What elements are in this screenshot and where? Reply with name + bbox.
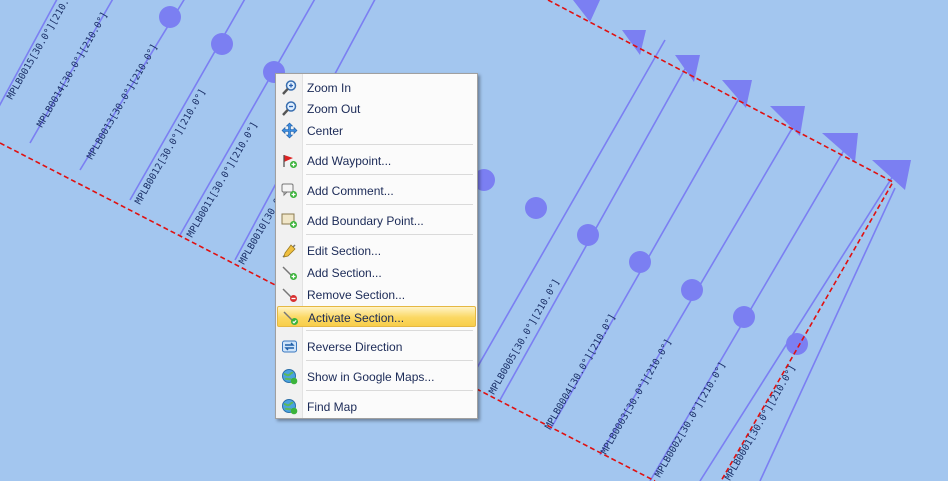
direction-arrow	[573, 0, 600, 22]
section-label: MPLB0013[30.0°][210.0°]	[85, 42, 160, 161]
menu-separator	[306, 234, 473, 235]
menu-item-add-comment[interactable]: Add Comment...	[277, 180, 476, 201]
menu-item-label: Add Comment...	[307, 184, 394, 198]
waypoint-marker[interactable]	[786, 333, 808, 355]
menu-item-add-waypoint[interactable]: Add Waypoint...	[277, 150, 476, 171]
menu-item-zoom-in[interactable]: Zoom In	[277, 77, 476, 98]
menu-item-label: Add Waypoint...	[307, 154, 392, 168]
zoom-in-icon	[282, 80, 297, 95]
reverse-direction-icon	[282, 340, 297, 353]
menu-item-show-in-google-maps[interactable]: Show in Google Maps...	[277, 366, 476, 387]
survey-line[interactable]	[759, 187, 896, 481]
activate-section-icon	[283, 311, 298, 325]
waypoint-marker[interactable]	[577, 224, 599, 246]
menu-separator	[306, 330, 473, 331]
menu-item-label: Zoom Out	[307, 102, 361, 116]
waypoint-marker[interactable]	[681, 279, 703, 301]
menu-separator	[306, 360, 473, 361]
survey-line[interactable]	[699, 164, 901, 481]
section-label: MPLB0011[30.0°][210.0°]	[185, 120, 260, 239]
section-label: MPLB0012[30.0°][210.0°]	[133, 87, 208, 206]
menu-item-label: Show in Google Maps...	[307, 370, 435, 384]
section-label: MPLB0004[30.0°][210.0°]	[543, 312, 618, 431]
add-boundary-point-icon	[281, 213, 297, 228]
menu-item-reverse-direction[interactable]: Reverse Direction	[277, 336, 476, 357]
menu-item-add-boundary-point[interactable]: Add Boundary Point...	[277, 210, 476, 231]
menu-item-center[interactable]: Center	[277, 120, 476, 141]
waypoint-marker[interactable]	[733, 306, 755, 328]
menu-item-add-section[interactable]: Add Section...	[277, 262, 476, 283]
section-label: MPLB0002[30.0°][210.0°]	[653, 360, 728, 479]
edit-section-icon	[282, 244, 296, 258]
survey-line[interactable]	[469, 39, 666, 381]
menu-separator	[306, 390, 473, 391]
waypoint-marker[interactable]	[159, 6, 181, 28]
menu-item-edit-section[interactable]: Edit Section...	[277, 240, 476, 261]
menu-item-find-map[interactable]: Find Map	[277, 396, 476, 417]
menu-item-label: Add Boundary Point...	[307, 214, 424, 228]
menu-separator	[306, 174, 473, 175]
menu-item-remove-section[interactable]: Remove Section...	[277, 284, 476, 305]
menu-item-label: Zoom In	[307, 81, 352, 95]
remove-section-icon	[282, 288, 297, 302]
menu-item-label: Edit Section...	[307, 244, 382, 258]
direction-arrow	[770, 106, 805, 136]
waypoint-marker[interactable]	[525, 197, 547, 219]
menu-item-label: Remove Section...	[307, 288, 406, 302]
find-map-icon	[282, 399, 298, 415]
waypoint-marker[interactable]	[629, 251, 651, 273]
center-icon	[281, 122, 298, 139]
menu-item-activate-section[interactable]: Activate Section...	[277, 306, 476, 327]
zoom-out-icon	[282, 101, 297, 116]
direction-arrow	[622, 30, 646, 55]
add-waypoint-icon	[283, 155, 297, 168]
waypoint-marker[interactable]	[211, 33, 233, 55]
menu-separator	[306, 144, 473, 145]
google-maps-icon	[282, 369, 298, 385]
menu-item-label: Add Section...	[307, 266, 382, 280]
add-comment-icon	[281, 183, 297, 198]
section-label: MPLB0003[30.0°][210.0°]	[599, 337, 674, 456]
menu-item-label: Reverse Direction	[307, 340, 403, 354]
section-label: MPLB0005[30.0°][210.0°]	[487, 277, 562, 396]
menu-separator	[306, 204, 473, 205]
menu-item-zoom-out[interactable]: Zoom Out	[277, 98, 476, 119]
add-section-icon	[282, 266, 297, 280]
menu-item-label: Activate Section...	[308, 311, 405, 325]
menu-item-label: Find Map	[307, 400, 358, 414]
boundary-line	[547, 0, 895, 481]
context-menu: Zoom In Zoom Out Center Add Waypoint... …	[275, 73, 478, 419]
menu-item-label: Center	[307, 124, 344, 138]
